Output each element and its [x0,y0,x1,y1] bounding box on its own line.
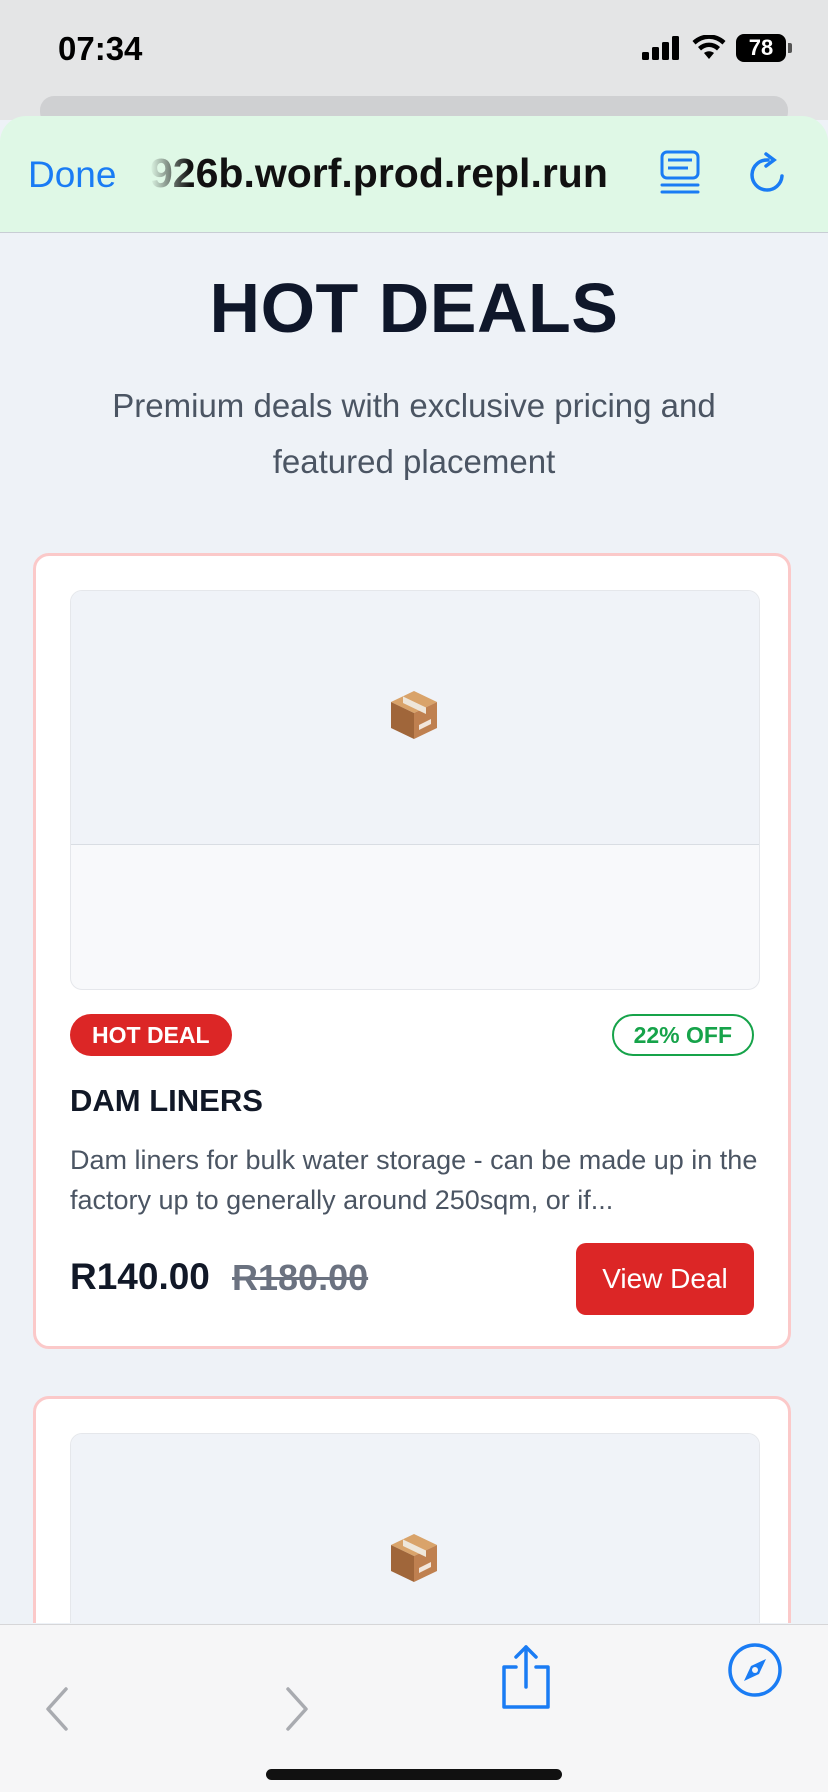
reload-icon[interactable] [746,152,790,196]
page-subtitle: Premium deals with exclusive pricing and… [112,387,716,480]
back-icon[interactable] [30,1681,86,1737]
forward-icon[interactable] [268,1681,324,1737]
signal-icon [642,36,679,60]
url-fade [150,146,190,202]
page-title: HOT DEALS [209,269,619,347]
deal-price: R140.00 [70,1256,210,1297]
battery-level: 78 [748,35,774,60]
package-icon [391,691,437,739]
safari-view: 07:34 78 Done 926b.worf.prod.repl.run HO… [0,0,828,1792]
battery-icon: 78 [736,34,786,62]
product-description: Dam liners for bulk water storage - can … [70,1145,758,1215]
status-icons: 78 [642,34,792,62]
battery-tip [788,43,792,53]
reader-icon[interactable] [658,150,702,194]
hot-deal-badge: HOT DEAL [70,1014,232,1056]
discount-badge: 22% OFF [611,1014,754,1056]
wifi-icon [692,35,726,59]
product-name[interactable]: DAM LINERS [70,1083,263,1119]
deal-card[interactable] [33,1396,791,1623]
done-button[interactable]: Done [28,154,116,196]
product-image [70,590,760,990]
view-deal-button[interactable]: View Deal [576,1243,754,1315]
share-icon[interactable] [496,1643,556,1711]
bottom-toolbar [0,1624,828,1792]
compass-icon[interactable] [726,1641,784,1699]
deal-card[interactable]: HOT DEAL 22% OFF DAM LINERS Dam liners f… [33,553,791,1349]
url-field[interactable]: 926b.worf.prod.repl.run [150,150,630,200]
status-time: 07:34 [58,30,143,67]
image-placeholder [71,1434,759,1623]
original-price: R180.00 [232,1257,369,1298]
page-content: HOT DEALS Premium deals with exclusive p… [0,233,828,1623]
package-icon [391,1534,437,1582]
product-image [70,1433,760,1623]
image-placeholder [71,591,759,845]
home-indicator [266,1769,562,1780]
browser-toolbar: Done 926b.worf.prod.repl.run [0,116,828,233]
